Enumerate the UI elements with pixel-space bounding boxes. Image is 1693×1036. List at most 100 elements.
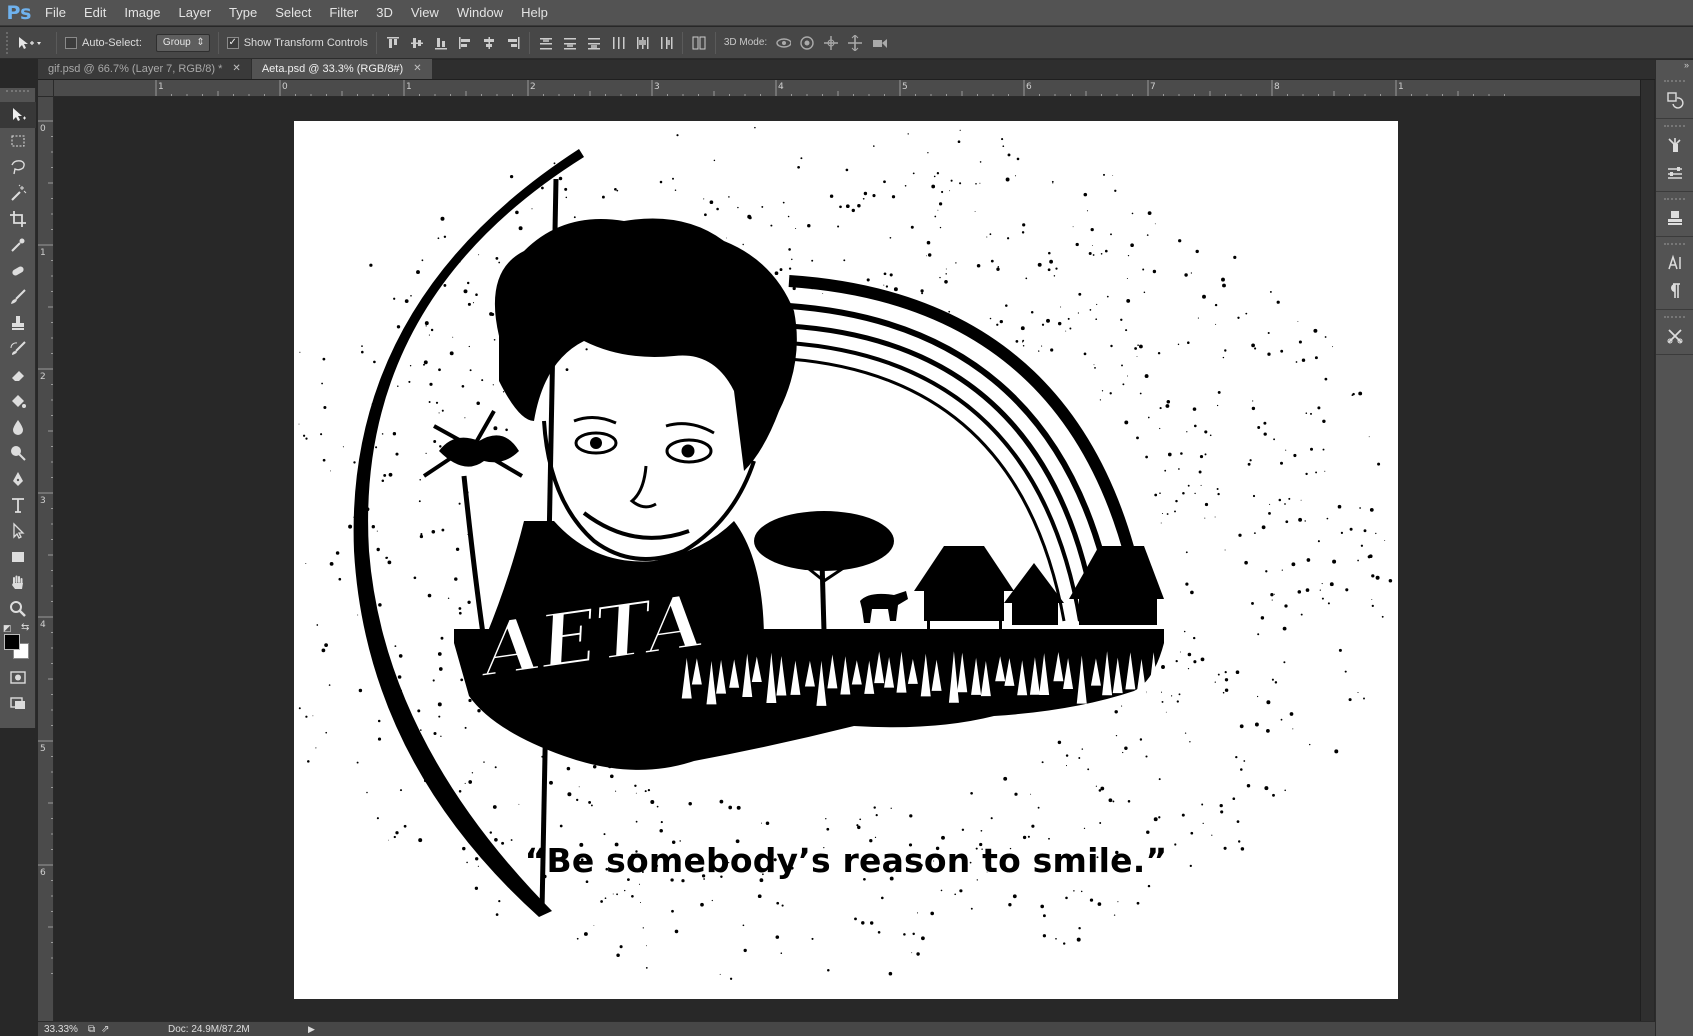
layers-panel-button[interactable] xyxy=(1656,204,1693,232)
3d-orbit-icon[interactable] xyxy=(775,35,792,51)
menu-3d[interactable]: 3D xyxy=(367,0,402,26)
auto-select-checkbox[interactable] xyxy=(65,36,77,49)
close-icon[interactable]: ✕ xyxy=(232,59,240,79)
distribute-hcenter-icon[interactable] xyxy=(634,35,650,51)
menu-edit[interactable]: Edit xyxy=(75,0,115,26)
distribute-centers-icon[interactable] xyxy=(562,35,578,51)
panel-grip[interactable] xyxy=(1664,243,1685,247)
history-brush-tool[interactable] xyxy=(0,336,36,362)
tab-label: Aeta.psd @ 33.3% (RGB/8#) xyxy=(261,63,404,75)
vertical-ruler[interactable]: 0 1 2 3 4 5 6 xyxy=(38,97,54,1021)
show-transform-label: Show Transform Controls xyxy=(243,36,368,49)
brush-tool[interactable] xyxy=(0,284,36,310)
eraser-tool[interactable] xyxy=(0,362,36,388)
panel-grip[interactable] xyxy=(1664,125,1685,129)
auto-select-dropdown[interactable]: Group xyxy=(155,33,210,52)
child-smile xyxy=(582,511,690,540)
tab-aeta-psd[interactable]: Aeta.psd @ 33.3% (RGB/8#) ✕ xyxy=(251,59,432,79)
menu-layer[interactable]: Layer xyxy=(170,0,221,26)
3d-pan-icon[interactable] xyxy=(823,35,839,51)
photoshop-logo: Ps xyxy=(6,1,32,24)
menu-select[interactable]: Select xyxy=(266,0,320,26)
eyedropper-icon xyxy=(11,238,25,252)
align-left-edges-icon[interactable] xyxy=(457,35,473,51)
menu-help[interactable]: Help xyxy=(512,0,557,26)
move-tool[interactable] xyxy=(0,102,36,128)
horizontal-ruler[interactable]: 1 0 1 2 3 4 5 6 7 8 1 xyxy=(54,80,1654,97)
menu-file[interactable]: File xyxy=(36,0,75,26)
distribute-bottom-icon[interactable] xyxy=(586,35,602,51)
info-icon[interactable]: ⧉ xyxy=(88,1024,95,1035)
rectangle-tool[interactable] xyxy=(0,544,36,570)
tools-preset-icon xyxy=(1667,329,1683,344)
3d-roll-icon[interactable] xyxy=(799,35,815,51)
menu-type[interactable]: Type xyxy=(220,0,266,26)
screen-mode-button[interactable] xyxy=(0,690,36,716)
pen-tool[interactable] xyxy=(0,466,36,492)
panel-grip[interactable] xyxy=(6,90,29,96)
ruler-label: 5 xyxy=(902,82,908,92)
menu-window[interactable]: Window xyxy=(448,0,512,26)
distribute-top-icon[interactable] xyxy=(538,35,554,51)
marquee-tool[interactable] xyxy=(0,128,36,154)
zoom-tool[interactable] xyxy=(0,596,36,622)
align-right-edges-icon[interactable] xyxy=(505,35,521,51)
share-icon[interactable]: ⇗ xyxy=(101,1024,109,1035)
brush-panel-button[interactable] xyxy=(1656,131,1693,159)
align-bottom-edges-icon[interactable] xyxy=(433,35,449,51)
default-colors-icon[interactable]: ◩ xyxy=(3,623,12,634)
panel-grip[interactable] xyxy=(1664,316,1685,320)
clone-stamp-icon xyxy=(12,316,24,330)
menu-view[interactable]: View xyxy=(402,0,448,26)
collapse-panels-icon[interactable]: » xyxy=(1656,60,1693,74)
panel-grip[interactable] xyxy=(1664,80,1685,84)
zoom-level[interactable]: 33.33% xyxy=(38,1024,88,1035)
swap-colors-icon[interactable]: ⇆ xyxy=(21,622,29,633)
adjustments-panel-button[interactable] xyxy=(1656,159,1693,187)
magic-wand-tool[interactable] xyxy=(0,180,36,206)
align-top-edges-icon[interactable] xyxy=(385,35,401,51)
tool-presets-panel-button[interactable] xyxy=(1656,322,1693,350)
history-panel-button[interactable] xyxy=(1656,86,1693,114)
panel-grip[interactable] xyxy=(1664,198,1685,202)
distribute-right-icon[interactable] xyxy=(658,35,674,51)
clone-stamp-tool[interactable] xyxy=(0,310,36,336)
character-panel-button[interactable] xyxy=(1656,249,1693,277)
3d-scale-icon[interactable] xyxy=(871,35,888,51)
ruler-origin[interactable] xyxy=(38,80,54,97)
status-menu-arrow-icon[interactable]: ▶ xyxy=(308,1024,315,1035)
align-horizontal-centers-icon[interactable] xyxy=(481,35,497,51)
auto-align-layers-icon[interactable] xyxy=(691,35,707,51)
vertical-scrollbar[interactable] xyxy=(1640,80,1654,1021)
carabao-silhouette xyxy=(860,591,908,623)
ruler-label: 8 xyxy=(1274,82,1280,92)
hand-tool[interactable] xyxy=(0,570,36,596)
paint-bucket-tool[interactable] xyxy=(0,388,36,414)
menu-filter[interactable]: Filter xyxy=(320,0,367,26)
quick-mask-button[interactable] xyxy=(0,664,36,690)
tool-preset-picker[interactable] xyxy=(12,30,48,56)
eyedropper-tool[interactable] xyxy=(0,232,36,258)
paint-bucket-icon xyxy=(12,395,26,408)
crop-icon xyxy=(10,211,26,227)
distribute-left-icon[interactable] xyxy=(610,35,626,51)
show-transform-checkbox[interactable]: ✓ xyxy=(226,36,239,49)
3d-slide-icon[interactable] xyxy=(847,34,863,51)
canvas-area[interactable]: AETA “Be somebody’s reason to smile.” xyxy=(54,97,1654,1021)
menu-image[interactable]: Image xyxy=(115,0,169,26)
blur-tool[interactable] xyxy=(0,414,36,440)
document-canvas[interactable]: AETA “Be somebody’s reason to smile.” xyxy=(294,121,1398,999)
adjustments-icon xyxy=(1668,167,1682,179)
paragraph-panel-button[interactable] xyxy=(1656,277,1693,305)
tab-gif-psd[interactable]: gif.psd @ 66.7% (Layer 7, RGB/8) * ✕ xyxy=(38,59,251,79)
close-icon[interactable]: ✕ xyxy=(413,59,421,79)
align-vertical-centers-icon[interactable] xyxy=(409,35,425,51)
type-tool[interactable] xyxy=(0,492,36,518)
healing-brush-tool[interactable] xyxy=(0,258,36,284)
path-selection-tool[interactable] xyxy=(0,518,36,544)
crop-tool[interactable] xyxy=(0,206,36,232)
lasso-tool[interactable] xyxy=(0,154,36,180)
ruler-label: 3 xyxy=(654,82,660,92)
foreground-color-swatch[interactable] xyxy=(4,634,20,650)
dodge-tool[interactable] xyxy=(0,440,36,466)
